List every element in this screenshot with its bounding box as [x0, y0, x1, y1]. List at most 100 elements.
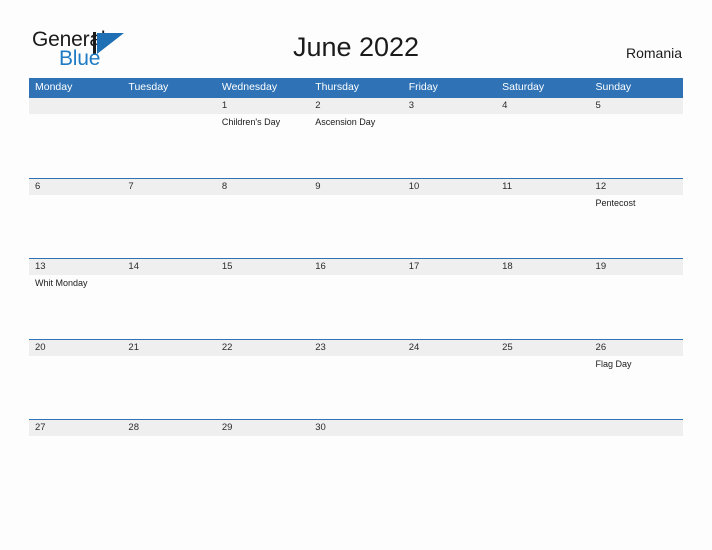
day-number[interactable]: 2: [309, 98, 402, 114]
week-events-band: Flag Day: [29, 355, 683, 419]
page-title: June 2022: [292, 32, 420, 62]
calendar-grid: Monday Tuesday Wednesday Thursday Friday…: [29, 78, 683, 500]
day-cell[interactable]: [122, 356, 215, 419]
week-date-band: 13 14 15 16 17 18 19: [29, 259, 683, 275]
day-cell[interactable]: [122, 114, 215, 177]
day-number[interactable]: 27: [29, 420, 122, 436]
event-label: Pentecost: [595, 197, 636, 208]
day-cell[interactable]: Children's Day: [216, 114, 309, 177]
week-row: 6 7 8 9 10 11 12 Pentecost: [29, 177, 683, 259]
day-cell[interactable]: [309, 275, 402, 338]
day-cell[interactable]: Ascension Day: [309, 114, 402, 177]
day-cell[interactable]: [309, 436, 402, 499]
day-number[interactable]: [403, 420, 496, 436]
event-label: Whit Monday: [35, 278, 88, 288]
day-cell[interactable]: [29, 356, 122, 419]
day-number[interactable]: [29, 98, 122, 114]
page-header: General Blue June 2022 Romania: [0, 0, 712, 78]
weekday-monday: Monday: [35, 81, 73, 93]
day-cell[interactable]: [309, 195, 402, 258]
day-cell[interactable]: [403, 114, 496, 177]
day-number[interactable]: 26: [590, 340, 683, 356]
day-number[interactable]: 18: [496, 259, 589, 275]
day-cell[interactable]: [216, 436, 309, 499]
day-number[interactable]: 23: [309, 340, 402, 356]
day-number[interactable]: 3: [403, 98, 496, 114]
day-cell[interactable]: [496, 436, 589, 499]
weekday-header-row: Monday Tuesday Wednesday Thursday Friday…: [29, 78, 683, 97]
day-number[interactable]: [590, 420, 683, 436]
day-cell[interactable]: [122, 195, 215, 258]
day-cell[interactable]: [216, 195, 309, 258]
day-number[interactable]: 8: [216, 179, 309, 195]
day-number[interactable]: 22: [216, 340, 309, 356]
week-date-band: 6 7 8 9 10 11 12: [29, 178, 683, 195]
day-cell[interactable]: [590, 114, 683, 177]
day-number[interactable]: 10: [403, 179, 496, 195]
day-cell[interactable]: [496, 114, 589, 177]
day-cell[interactable]: [496, 275, 589, 338]
day-number[interactable]: 19: [590, 259, 683, 275]
week-events-band: Children's Day Ascension Day: [29, 114, 683, 177]
day-number[interactable]: [122, 98, 215, 114]
week-row: 20 21 22 23 24 25 26 Flag Day: [29, 338, 683, 420]
day-number[interactable]: [496, 420, 589, 436]
day-cell[interactable]: Flag Day: [590, 356, 683, 419]
day-number[interactable]: 12: [590, 179, 683, 195]
day-number[interactable]: 28: [122, 420, 215, 436]
day-cell[interactable]: [403, 275, 496, 338]
weekday-friday: Friday: [408, 81, 438, 93]
day-cell[interactable]: Whit Monday: [29, 275, 122, 338]
day-cell[interactable]: [309, 356, 402, 419]
weekday-saturday: Saturday: [502, 81, 545, 93]
day-number[interactable]: 30: [309, 420, 402, 436]
day-cell[interactable]: [29, 195, 122, 258]
day-number[interactable]: 6: [29, 179, 122, 195]
week-events-band: Whit Monday: [29, 275, 683, 338]
weekday-thursday: Thursday: [315, 81, 360, 93]
day-number[interactable]: 9: [309, 179, 402, 195]
day-cell[interactable]: [590, 275, 683, 338]
day-cell[interactable]: [590, 436, 683, 499]
day-cell[interactable]: [403, 195, 496, 258]
day-cell[interactable]: [216, 356, 309, 419]
week-events-band: [29, 436, 683, 499]
day-number[interactable]: 1: [216, 98, 309, 114]
week-date-band: 1 2 3 4 5: [29, 98, 683, 114]
day-number[interactable]: 20: [29, 340, 122, 356]
day-cell[interactable]: [216, 275, 309, 338]
day-number[interactable]: 4: [496, 98, 589, 114]
weekday-wednesday: Wednesday: [221, 81, 278, 93]
day-number[interactable]: 29: [216, 420, 309, 436]
day-number[interactable]: 21: [122, 340, 215, 356]
week-row: 1 2 3 4 5 Children's Day Ascension Day: [29, 97, 683, 178]
day-cell[interactable]: [122, 436, 215, 499]
day-cell[interactable]: [403, 436, 496, 499]
day-cell[interactable]: [496, 195, 589, 258]
week-date-band: 20 21 22 23 24 25 26: [29, 339, 683, 356]
calendar-page: General Blue June 2022 Romania Monday Tu…: [0, 0, 712, 550]
day-number[interactable]: 15: [216, 259, 309, 275]
day-cell[interactable]: [29, 436, 122, 499]
weekday-tuesday: Tuesday: [128, 81, 169, 93]
day-number[interactable]: 25: [496, 340, 589, 356]
day-number[interactable]: 24: [403, 340, 496, 356]
day-cell[interactable]: [29, 114, 122, 177]
day-number[interactable]: 13: [29, 259, 122, 275]
week-row: 13 14 15 16 17 18 19 Whit Monday: [29, 258, 683, 339]
week-row: 27 28 29 30: [29, 419, 683, 500]
day-cell[interactable]: Pentecost: [590, 195, 683, 258]
day-cell[interactable]: [403, 356, 496, 419]
weekday-sunday: Sunday: [595, 81, 632, 93]
day-number[interactable]: 7: [122, 179, 215, 195]
day-number[interactable]: 14: [122, 259, 215, 275]
event-label: Flag Day: [595, 358, 632, 369]
week-date-band: 27 28 29 30: [29, 420, 683, 436]
event-label: Children's Day: [221, 117, 281, 127]
day-number[interactable]: 16: [309, 259, 402, 275]
day-cell[interactable]: [496, 356, 589, 419]
day-number[interactable]: 11: [496, 179, 589, 195]
day-cell[interactable]: [122, 275, 215, 338]
day-number[interactable]: 17: [403, 259, 496, 275]
day-number[interactable]: 5: [590, 98, 683, 114]
